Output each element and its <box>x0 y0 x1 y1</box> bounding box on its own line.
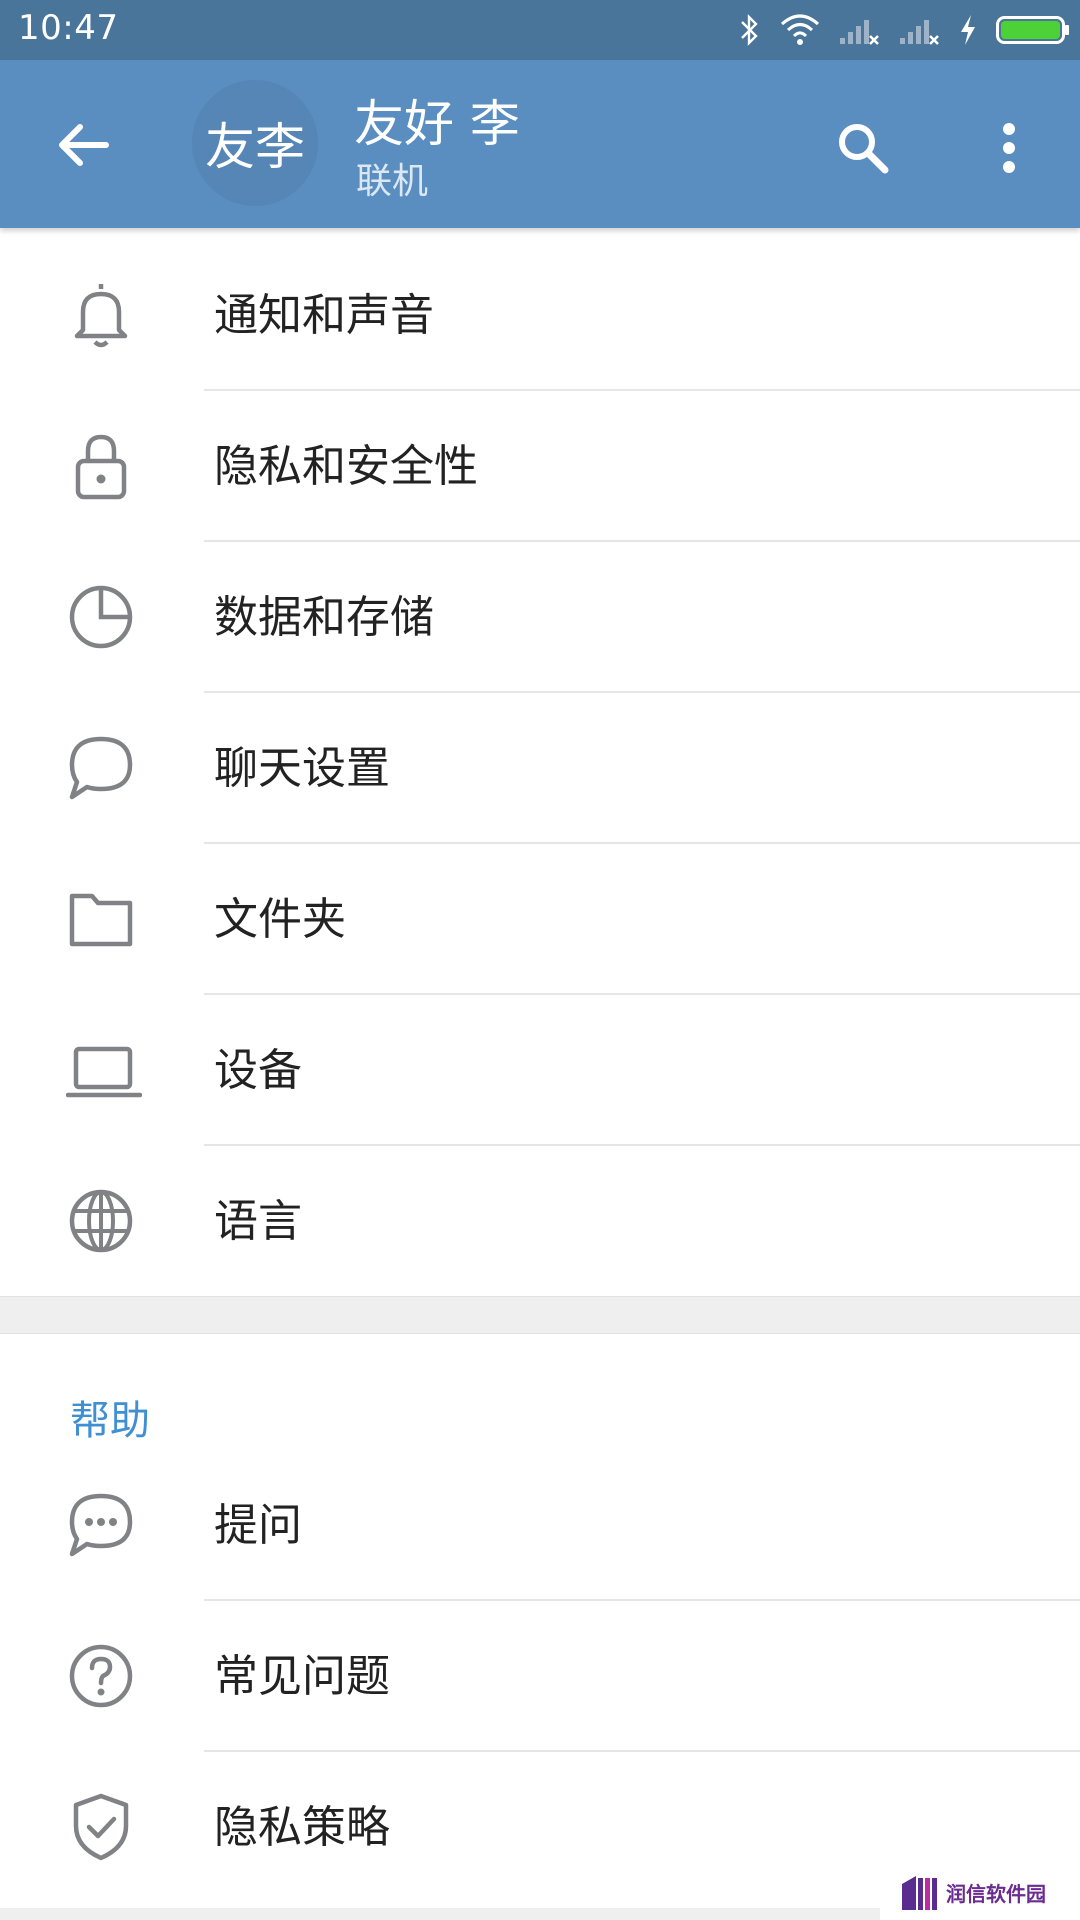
help-item-faq[interactable]: 常见问题 <box>0 1601 1080 1752</box>
arrow-left-icon <box>59 124 109 166</box>
signal-1-icon <box>838 14 880 46</box>
settings-item-data-storage[interactable]: 数据和存储 <box>0 542 1080 693</box>
lock-icon <box>66 431 136 501</box>
chat-dots-icon <box>66 1490 136 1560</box>
bell-icon <box>66 280 136 350</box>
bluetooth-icon <box>738 13 762 47</box>
avatar[interactable]: 友李 <box>192 80 318 206</box>
pie-chart-icon <box>66 582 136 652</box>
settings-item-chat[interactable]: 聊天设置 <box>0 693 1080 844</box>
settings-item-privacy[interactable]: 隐私和安全性 <box>0 391 1080 542</box>
laptop-icon <box>66 1035 142 1105</box>
settings-item-notifications[interactable]: 通知和声音 <box>0 240 1080 391</box>
search-icon <box>839 124 889 174</box>
help-item-ask-question[interactable]: 提问 <box>0 1450 1080 1601</box>
question-circle-icon <box>66 1641 136 1711</box>
more-vertical-icon <box>1003 123 1015 173</box>
settings-item-devices[interactable]: 设备 <box>0 995 1080 1146</box>
settings-item-language[interactable]: 语言 <box>0 1146 1080 1297</box>
settings-item-label: 文件夹 <box>214 894 346 945</box>
help-list: 提问 常见问题 隐私策略 <box>0 1450 1080 1903</box>
help-section-title: 帮助 <box>70 1398 150 1444</box>
watermark-text: 润信软件园 <box>946 1881 1046 1906</box>
help-item-label: 提问 <box>214 1500 302 1551</box>
search-button[interactable] <box>820 105 906 191</box>
help-item-label: 常见问题 <box>214 1651 390 1702</box>
folder-icon <box>66 884 136 954</box>
settings-item-label: 隐私和安全性 <box>214 441 478 492</box>
globe-icon <box>66 1186 136 1256</box>
wifi-icon <box>780 14 820 46</box>
settings-item-label: 设备 <box>214 1045 302 1096</box>
battery-icon <box>996 14 1070 46</box>
status-time: 10:47 <box>18 8 119 48</box>
settings-item-label: 聊天设置 <box>214 743 390 794</box>
profile-status: 联机 <box>356 161 429 202</box>
help-item-label: 隐私策略 <box>214 1802 390 1853</box>
profile-name: 友好 李 <box>354 95 520 153</box>
settings-list: 通知和声音 隐私和安全性 数据和存储 聊天设置 文件夹 设备 语言 <box>0 240 1080 1297</box>
signal-2-icon <box>898 14 940 46</box>
section-gap <box>0 1296 1080 1334</box>
settings-item-label: 通知和声音 <box>214 290 434 341</box>
charging-icon <box>958 13 978 47</box>
watermark-logo-icon <box>902 1876 937 1910</box>
status-icons <box>738 10 1070 50</box>
settings-item-label: 数据和存储 <box>214 592 434 643</box>
shield-check-icon <box>66 1792 136 1862</box>
more-options-button[interactable] <box>966 105 1052 191</box>
chat-bubble-icon <box>66 733 136 803</box>
watermark: 润信软件园 <box>880 1864 1080 1920</box>
status-bar: 10:47 <box>0 0 1080 60</box>
app-bar: 友李 友好 李 联机 <box>0 60 1080 228</box>
settings-item-label: 语言 <box>214 1196 302 1247</box>
settings-item-folders[interactable]: 文件夹 <box>0 844 1080 995</box>
back-button[interactable] <box>40 102 126 188</box>
